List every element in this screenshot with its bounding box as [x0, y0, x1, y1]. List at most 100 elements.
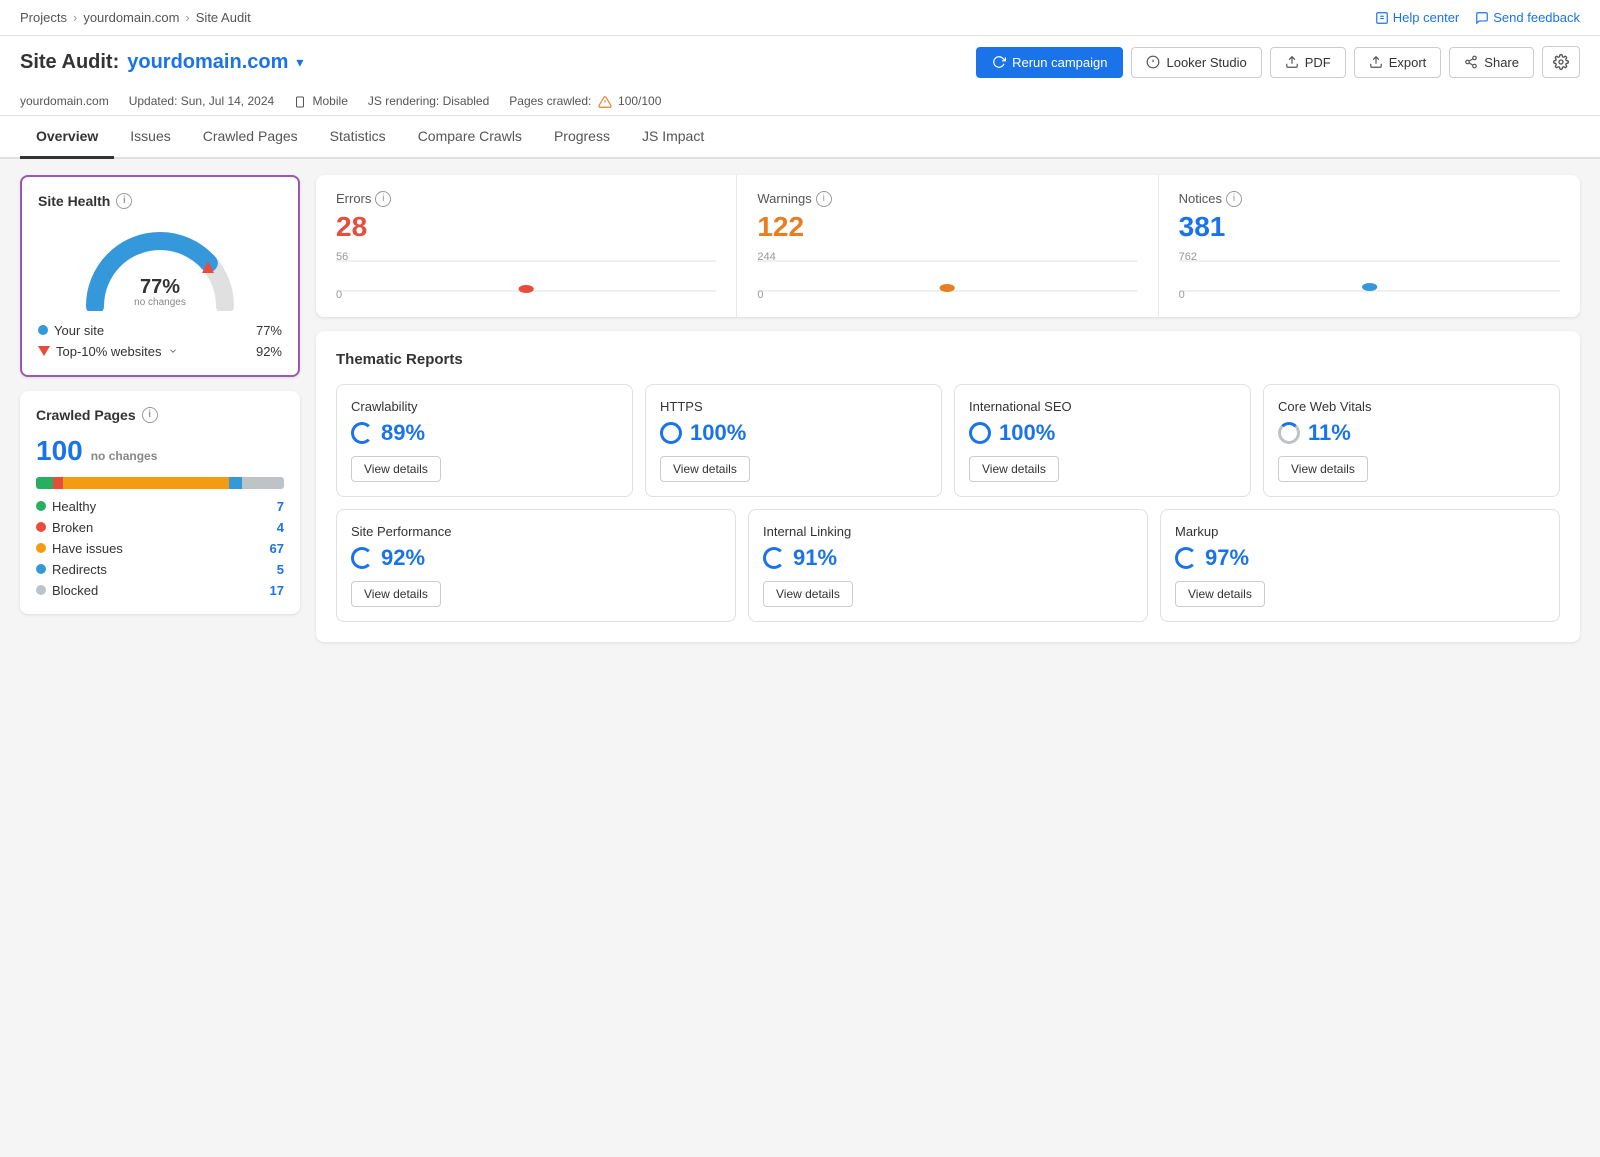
- settings-button[interactable]: [1542, 46, 1580, 78]
- looker-studio-button[interactable]: Looker Studio: [1131, 47, 1261, 78]
- bar-redirects: [229, 477, 241, 489]
- markup-name: Markup: [1175, 524, 1545, 539]
- tab-js-impact[interactable]: JS Impact: [626, 116, 720, 159]
- https-name: HTTPS: [660, 399, 927, 414]
- international-seo-name: International SEO: [969, 399, 1236, 414]
- gauge-chart: 77% no changes: [80, 221, 240, 311]
- send-feedback-link[interactable]: Send feedback: [1475, 10, 1580, 25]
- healthy-count: 7: [277, 499, 284, 514]
- warnings-sparkline: 244 0: [757, 251, 1137, 301]
- errors-info-icon[interactable]: i: [375, 191, 391, 207]
- https-view-details-button[interactable]: View details: [660, 456, 750, 482]
- report-internal-linking: Internal Linking 91% View details: [748, 509, 1148, 622]
- international-seo-icon: [969, 422, 991, 444]
- meta-domain: yourdomain.com: [20, 94, 109, 108]
- site-performance-view-details-button[interactable]: View details: [351, 581, 441, 607]
- reports-bottom-grid: Site Performance 92% View details Intern…: [336, 509, 1560, 622]
- crawlability-icon: [351, 422, 373, 444]
- top10-chevron-icon[interactable]: [168, 346, 178, 356]
- site-health-info-icon[interactable]: i: [116, 193, 132, 209]
- core-web-vitals-view-details-button[interactable]: View details: [1278, 456, 1368, 482]
- header-domain[interactable]: yourdomain.com: [127, 51, 288, 74]
- notices-label: Notices i: [1179, 191, 1560, 207]
- header-right: Rerun campaign Looker Studio PDF Export …: [976, 46, 1580, 78]
- crawled-pages-title: Crawled Pages i: [36, 407, 284, 423]
- redirects-count: 5: [277, 562, 284, 577]
- blocked-label: Blocked: [52, 583, 98, 598]
- international-seo-view-details-button[interactable]: View details: [969, 456, 1059, 482]
- tab-progress[interactable]: Progress: [538, 116, 626, 159]
- help-center-link[interactable]: Help center: [1375, 10, 1459, 25]
- notices-value[interactable]: 381: [1179, 211, 1560, 243]
- legend-healthy[interactable]: Healthy 7: [36, 499, 284, 514]
- notices-info-icon[interactable]: i: [1226, 191, 1242, 207]
- internal-linking-icon: [763, 547, 785, 569]
- nav-tabs: Overview Issues Crawled Pages Statistics…: [0, 116, 1600, 159]
- core-web-vitals-icon: [1278, 422, 1300, 444]
- legend-broken[interactable]: Broken 4: [36, 520, 284, 535]
- crawled-pages-card: Crawled Pages i 100 no changes Health: [20, 391, 300, 614]
- header: Site Audit: yourdomain.com ▾ Rerun campa…: [0, 36, 1600, 88]
- crawled-count: 100 no changes: [36, 435, 284, 467]
- blocked-count: 17: [270, 583, 284, 598]
- legend-blocked[interactable]: Blocked 17: [36, 583, 284, 598]
- site-health-title: Site Health i: [38, 193, 282, 209]
- warnings-value[interactable]: 122: [757, 211, 1137, 243]
- bar-have-issues: [63, 477, 229, 489]
- breadcrumb-projects[interactable]: Projects: [20, 10, 67, 25]
- markup-view-details-button[interactable]: View details: [1175, 581, 1265, 607]
- report-markup: Markup 97% View details: [1160, 509, 1560, 622]
- tab-issues[interactable]: Issues: [114, 116, 186, 159]
- warnings-info-icon[interactable]: i: [816, 191, 832, 207]
- export-button[interactable]: Export: [1354, 47, 1442, 78]
- meta-js-rendering: JS rendering: Disabled: [368, 94, 489, 108]
- https-percent: 100%: [660, 420, 927, 446]
- your-site-dot: [38, 325, 48, 335]
- svg-text:77%: 77%: [140, 276, 180, 298]
- have-issues-dot: [36, 543, 46, 553]
- core-web-vitals-percent: 11%: [1278, 420, 1545, 446]
- topbar-actions: Help center Send feedback: [1375, 10, 1580, 25]
- breadcrumb-domain[interactable]: yourdomain.com: [83, 10, 179, 25]
- report-crawlability: Crawlability 89% View details: [336, 384, 633, 497]
- blocked-dot: [36, 585, 46, 595]
- warnings-label: Warnings i: [757, 191, 1137, 207]
- crawlability-name: Crawlability: [351, 399, 618, 414]
- legend-redirects[interactable]: Redirects 5: [36, 562, 284, 577]
- domain-chevron[interactable]: ▾: [296, 54, 303, 71]
- left-column: Site Health i 77% no changes: [20, 175, 300, 642]
- gauge-container: 77% no changes: [38, 221, 282, 311]
- rerun-campaign-button[interactable]: Rerun campaign: [976, 47, 1123, 78]
- crawled-pages-info-icon[interactable]: i: [142, 407, 158, 423]
- errors-card: Errors i 28 56 0: [316, 175, 737, 317]
- errors-label: Errors i: [336, 191, 716, 207]
- bar-broken: [53, 477, 63, 489]
- broken-dot: [36, 522, 46, 532]
- report-international-seo: International SEO 100% View details: [954, 384, 1251, 497]
- tab-overview[interactable]: Overview: [20, 116, 114, 159]
- share-button[interactable]: Share: [1449, 47, 1534, 78]
- thematic-reports-title: Thematic Reports: [336, 351, 1560, 368]
- internal-linking-percent: 91%: [763, 545, 1133, 571]
- legend-have-issues[interactable]: Have issues 67: [36, 541, 284, 556]
- have-issues-count: 67: [270, 541, 284, 556]
- broken-count: 4: [277, 520, 284, 535]
- pdf-button[interactable]: PDF: [1270, 47, 1346, 78]
- internal-linking-name: Internal Linking: [763, 524, 1133, 539]
- tab-statistics[interactable]: Statistics: [314, 116, 402, 159]
- tab-compare-crawls[interactable]: Compare Crawls: [402, 116, 538, 159]
- internal-linking-view-details-button[interactable]: View details: [763, 581, 853, 607]
- healthy-label: Healthy: [52, 499, 96, 514]
- bar-blocked: [242, 477, 284, 489]
- pages-progress-bar: [36, 477, 284, 489]
- bar-healthy: [36, 477, 53, 489]
- header-left: Site Audit: yourdomain.com ▾: [20, 51, 303, 74]
- legend-your-site: Your site 77%: [38, 323, 282, 338]
- site-performance-icon: [351, 547, 373, 569]
- errors-value[interactable]: 28: [336, 211, 716, 243]
- report-https: HTTPS 100% View details: [645, 384, 942, 497]
- notices-sparkline: 762 0: [1179, 251, 1560, 301]
- crawlability-view-details-button[interactable]: View details: [351, 456, 441, 482]
- tab-crawled-pages[interactable]: Crawled Pages: [187, 116, 314, 159]
- right-column: Errors i 28 56 0 Warnings: [316, 175, 1580, 642]
